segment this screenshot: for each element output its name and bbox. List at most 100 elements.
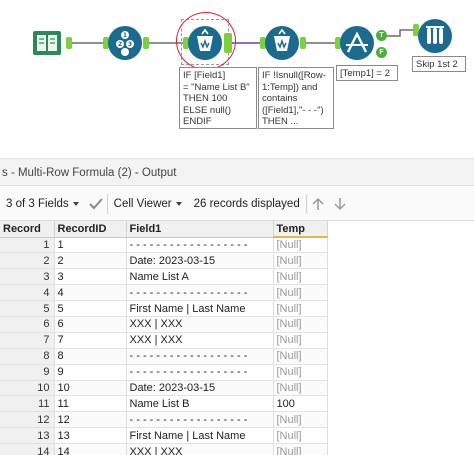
field1-cell[interactable]: - - - - - - - - - - - - - - - - - - (126, 348, 274, 365)
table-row[interactable]: 3 3 Name List A [Null] (0, 268, 328, 286)
recordid-cell[interactable]: 9 (54, 364, 127, 381)
output-anchor[interactable] (143, 37, 149, 49)
record-number-cell[interactable]: 13 (0, 427, 55, 445)
fields-selector[interactable]: 3 of 3 Fields (0, 187, 85, 220)
recordid-cell[interactable]: 13 (54, 427, 127, 445)
cell-viewer-dropdown[interactable]: Cell Viewer (108, 187, 188, 220)
filter-tool[interactable] (340, 26, 374, 60)
table-row[interactable]: 5 5 First Name | Last Name [Null] (0, 300, 328, 317)
recordid-cell[interactable]: 7 (54, 332, 127, 349)
table-row[interactable]: 88- - - - - - - - - - - - - - - - - - [Nu… (0, 348, 328, 365)
chevron-down-icon (175, 201, 182, 206)
recordid-cell[interactable]: 2 (54, 252, 127, 270)
output-anchor[interactable] (66, 37, 72, 49)
record-number-cell[interactable]: 7 (0, 332, 55, 349)
table-row[interactable]: 6 6 XXX | XXX [Null] (0, 316, 328, 333)
recordid-cell[interactable]: 4 (54, 284, 127, 302)
table-row[interactable]: 13 13 First Name | Last Name [Null] (0, 427, 328, 445)
temp-cell[interactable]: [Null] (273, 380, 328, 397)
results-grid[interactable]: Record RecordID Field1 Temp 11- - - - - … (0, 221, 328, 455)
record-number-cell[interactable]: 4 (0, 284, 55, 302)
workflow-canvas[interactable]: 1 2 3 T F IF [Field1] = "Name List B" TH… (0, 0, 474, 158)
recordid-cell[interactable]: 14 (54, 443, 127, 455)
temp-cell[interactable]: 100 (273, 395, 328, 413)
column-header-recordid[interactable]: RecordID (54, 221, 127, 238)
table-row[interactable]: 2 2 Date: 2023-03-15 [Null] (0, 252, 328, 270)
table-row[interactable]: 11 11 Name List B 100 (0, 395, 328, 413)
output-anchor[interactable] (300, 37, 306, 49)
temp-cell[interactable]: [Null] (273, 364, 328, 381)
svg-text:2: 2 (118, 41, 122, 48)
grid-body: 11- - - - - - - - - - - - - - - - - - [Nu… (0, 237, 328, 455)
recordid-cell[interactable]: 12 (54, 411, 127, 429)
true-anchor[interactable]: T (376, 30, 387, 41)
cell-viewer-label: Cell Viewer (113, 197, 172, 210)
svg-text:3: 3 (128, 41, 132, 48)
field1-cell[interactable]: - - - - - - - - - - - - - - - - - - (126, 411, 274, 429)
field1-cell[interactable]: XXX | XXX (126, 332, 274, 349)
temp-cell[interactable]: [Null] (273, 300, 328, 317)
field1-cell[interactable]: - - - - - - - - - - - - - - - - - - (126, 237, 274, 254)
column-header-temp[interactable]: Temp (273, 221, 328, 238)
record-number-cell[interactable]: 6 (0, 316, 55, 333)
field1-cell[interactable]: XXX | XXX (126, 316, 274, 333)
annotation-multi-row-formula-1: IF [Field1] = "Name List B" THEN 100 ELS… (179, 67, 257, 129)
field1-cell[interactable]: XXX | XXX (126, 443, 274, 455)
table-row[interactable]: 11- - - - - - - - - - - - - - - - - - [Nu… (0, 237, 328, 254)
table-row[interactable]: 10 10 Date: 2023-03-15 [Null] (0, 380, 328, 397)
arrow-up-icon (312, 197, 324, 210)
field1-cell[interactable]: Name List B (126, 395, 274, 413)
sample-tool[interactable] (418, 19, 452, 53)
input-tool[interactable] (30, 26, 64, 60)
field1-cell[interactable]: First Name | Last Name (126, 300, 274, 317)
record-number-cell[interactable]: 10 (0, 380, 55, 397)
record-number-cell[interactable]: 8 (0, 348, 55, 365)
temp-cell[interactable]: [Null] (273, 427, 328, 445)
field1-cell[interactable]: - - - - - - - - - - - - - - - - - - (126, 364, 274, 381)
record-number-cell[interactable]: 3 (0, 268, 55, 286)
table-row[interactable]: 7 7 XXX | XXX [Null] (0, 332, 328, 349)
recordid-cell[interactable]: 8 (54, 348, 127, 365)
recordid-cell[interactable]: 10 (54, 380, 127, 397)
results-title: s - Multi-Row Formula (2) - Output (0, 158, 474, 186)
field1-cell[interactable]: First Name | Last Name (126, 427, 274, 445)
temp-cell[interactable]: [Null] (273, 237, 328, 254)
field1-cell[interactable]: Date: 2023-03-15 (126, 380, 274, 397)
table-row[interactable]: 99- - - - - - - - - - - - - - - - - - [Nu… (0, 364, 328, 381)
column-header-record[interactable]: Record (0, 221, 55, 238)
temp-cell[interactable]: [Null] (273, 252, 328, 270)
recordid-cell[interactable]: 3 (54, 268, 127, 286)
apply-check-button[interactable] (85, 187, 107, 220)
recordid-cell[interactable]: 11 (54, 395, 127, 413)
temp-cell[interactable]: [Null] (273, 348, 328, 365)
temp-cell[interactable]: [Null] (273, 284, 328, 302)
record-number-cell[interactable]: 9 (0, 364, 55, 381)
record-number-cell[interactable]: 1 (0, 237, 55, 254)
temp-cell[interactable]: [Null] (273, 443, 328, 455)
record-number-cell[interactable]: 2 (0, 252, 55, 270)
temp-cell[interactable]: [Null] (273, 316, 328, 333)
scroll-up-button[interactable] (307, 187, 329, 220)
false-anchor[interactable]: F (376, 47, 387, 58)
field1-cell[interactable]: Date: 2023-03-15 (126, 252, 274, 270)
table-row[interactable]: 44- - - - - - - - - - - - - - - - - - [Nu… (0, 284, 328, 302)
scroll-down-button[interactable] (329, 187, 351, 220)
record-id-tool[interactable]: 1 2 3 (108, 26, 142, 60)
multi-row-formula-tool-2[interactable] (265, 26, 299, 60)
record-number-cell[interactable]: 5 (0, 300, 55, 317)
column-header-field1[interactable]: Field1 (126, 221, 274, 238)
temp-cell[interactable]: [Null] (273, 268, 328, 286)
temp-cell[interactable]: [Null] (273, 411, 328, 429)
recordid-cell[interactable]: 1 (54, 237, 127, 254)
record-number-cell[interactable]: 11 (0, 395, 55, 413)
table-row[interactable]: 12 12- - - - - - - - - - - - - - - - - -[… (0, 411, 328, 429)
recordid-cell[interactable]: 5 (54, 300, 127, 317)
temp-cell[interactable]: [Null] (273, 332, 328, 349)
recordid-cell[interactable]: 6 (54, 316, 127, 333)
sample-icon (426, 26, 444, 44)
table-row[interactable]: 14 14 XXX | XXX [Null] (0, 443, 328, 455)
record-number-cell[interactable]: 14 (0, 443, 55, 455)
field1-cell[interactable]: Name List A (126, 268, 274, 286)
record-number-cell[interactable]: 12 (0, 411, 55, 429)
field1-cell[interactable]: - - - - - - - - - - - - - - - - - - (126, 284, 274, 302)
